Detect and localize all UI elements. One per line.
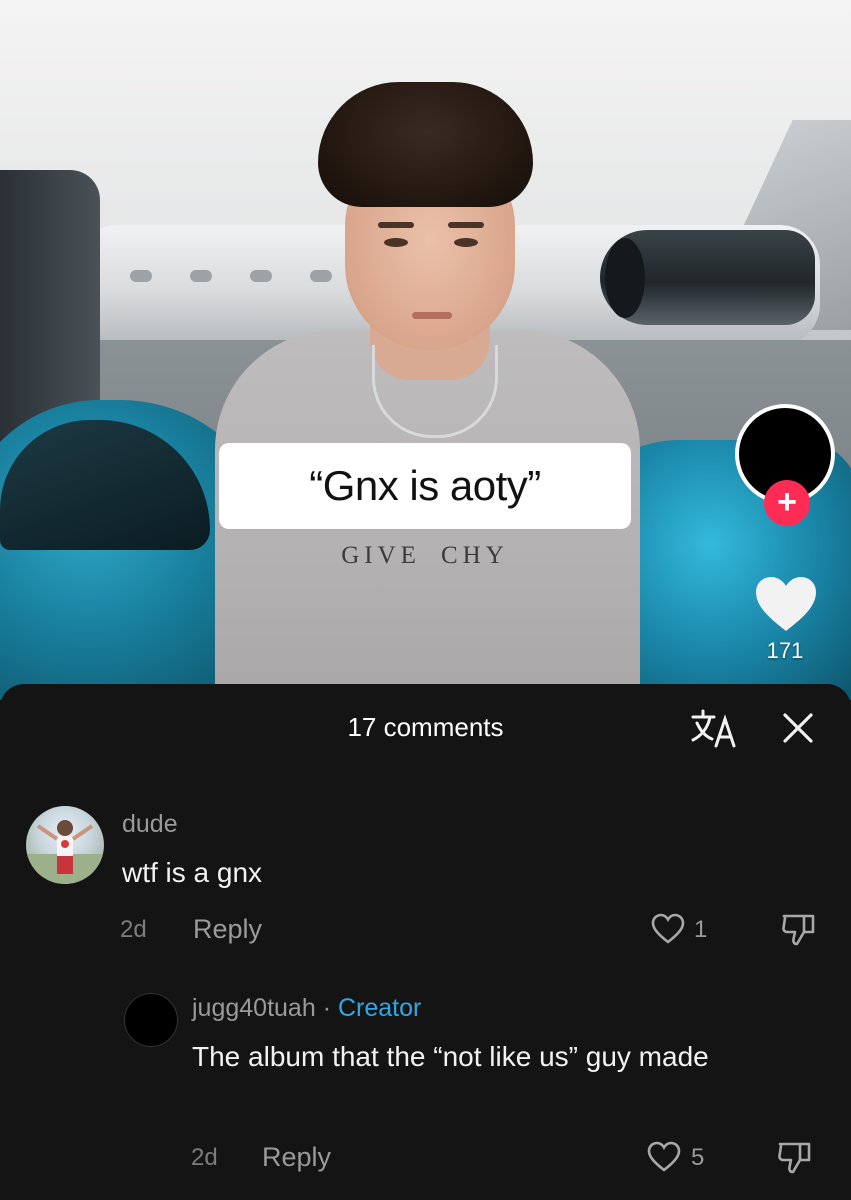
jet-window: [310, 270, 332, 282]
creator-badge: Creator: [337, 994, 422, 1022]
jet-engine-intake: [605, 238, 645, 318]
reply-button[interactable]: Reply: [262, 1142, 331, 1173]
reply-text: The album that the “not like us” guy mad…: [192, 1041, 709, 1072]
reply-timestamp: 2d: [191, 1144, 218, 1171]
comment-like-count: 1: [694, 916, 708, 943]
heart-outline-icon[interactable]: [647, 1141, 681, 1173]
shirt-brand-text: GIVE CHY: [341, 542, 509, 569]
like-count: 171: [766, 638, 804, 663]
reply-like-count: 5: [691, 1144, 705, 1171]
reply-username[interactable]: jugg40tuah: [192, 994, 316, 1022]
jet-window: [250, 270, 272, 282]
eye: [384, 238, 408, 247]
eyebrow: [378, 222, 414, 228]
dislike-icon[interactable]: [780, 910, 818, 948]
comment-text: wtf is a gnx: [122, 857, 263, 888]
heart-outline-icon[interactable]: [651, 913, 685, 945]
video-caption-text: “Gnx is aoty”: [309, 462, 541, 509]
reply-button[interactable]: Reply: [193, 914, 262, 945]
reply-header: jugg40tuah · Creator: [192, 994, 421, 1023]
jet-window: [130, 270, 152, 282]
close-icon[interactable]: [780, 710, 816, 746]
commenter-avatar[interactable]: [26, 806, 104, 884]
separator-dot: ·: [322, 994, 332, 1022]
jet-window: [190, 270, 212, 282]
plus-icon: +: [777, 483, 797, 521]
follow-button[interactable]: +: [764, 480, 810, 526]
comments-panel: 17 comments dude wtf is a gnx 2d Reply 1…: [0, 684, 851, 1200]
video-caption-sticker: “Gnx is aoty”: [219, 443, 631, 529]
video-player[interactable]: GIVE CHY “Gnx is aoty” + 171: [0, 0, 851, 700]
eye: [454, 238, 478, 247]
commenter-username[interactable]: dude: [122, 810, 178, 839]
comment-timestamp: 2d: [120, 916, 147, 943]
translate-icon[interactable]: [690, 708, 738, 748]
person-hair: [318, 82, 533, 207]
dislike-icon[interactable]: [776, 1138, 814, 1176]
heart-icon[interactable]: [754, 575, 818, 633]
mouth: [412, 312, 452, 319]
avatar-photo: [26, 820, 104, 884]
creator-reply-avatar[interactable]: [124, 993, 178, 1047]
eyebrow: [448, 222, 484, 228]
